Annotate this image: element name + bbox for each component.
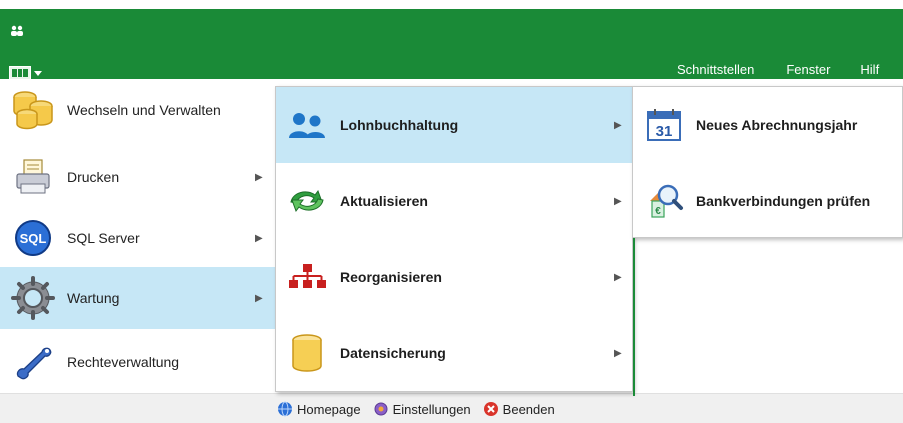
chevron-right-icon: ▶	[255, 232, 263, 244]
menu-item-rechteverwaltung[interactable]: Rechteverwaltung	[0, 331, 275, 393]
submenu-item-bankverbindungen-pruefen[interactable]: € Bankverbindungen prüfen	[633, 163, 902, 239]
users-icon	[284, 102, 330, 148]
chevron-right-icon: ▶	[255, 171, 263, 183]
beenden-button[interactable]: Beenden	[483, 401, 555, 417]
database-backup-icon	[284, 330, 330, 376]
menu-fenster[interactable]: Fenster	[786, 58, 830, 81]
globe-icon	[278, 401, 292, 417]
submenu-item-lohnbuchhaltung[interactable]: Lohnbuchhaltung ▶	[276, 87, 632, 163]
gear-icon	[8, 275, 58, 321]
sql-server-icon: SQL	[8, 215, 58, 261]
menu-item-label: Wartung	[67, 290, 120, 306]
chevron-right-icon: ▶	[255, 292, 263, 304]
calendar-icon: 31	[641, 102, 687, 148]
menu-item-label: SQL Server	[67, 230, 140, 246]
wartung-submenu: Lohnbuchhaltung ▶ Aktualisieren ▶ Reorga…	[275, 86, 633, 392]
calendar-day-text: 31	[656, 123, 673, 140]
window-border	[633, 238, 635, 396]
homepage-button[interactable]: Homepage	[277, 401, 361, 417]
settings-icon	[374, 402, 388, 416]
submenu-item-neues-abrechnungsjahr[interactable]: 31 Neues Abrechnungsjahr	[633, 87, 902, 163]
einstellungen-button[interactable]: Einstellungen	[373, 401, 471, 417]
top-menu-bar: Schnittstellen Fenster Hilf	[636, 58, 879, 81]
submenu-item-label: Datensicherung	[340, 345, 446, 361]
submenu-item-aktualisieren[interactable]: Aktualisieren ▶	[276, 163, 632, 239]
submenu-item-label: Reorganisieren	[340, 269, 442, 285]
menu-schnittstellen[interactable]: Schnittstellen	[677, 58, 754, 81]
submenu-item-reorganisieren[interactable]: Reorganisieren ▶	[276, 239, 632, 315]
submenu-item-datensicherung[interactable]: Datensicherung ▶	[276, 315, 632, 391]
exit-icon	[483, 402, 498, 416]
menu-item-sql-server[interactable]: SQL SQL Server ▶	[0, 207, 275, 269]
database-icon	[8, 87, 58, 133]
menu-item-wartung[interactable]: Wartung ▶	[0, 267, 275, 329]
menu-hilfe[interactable]: Hilf	[860, 58, 879, 81]
lohnbuchhaltung-submenu: 31 Neues Abrechnungsjahr € Bankverbindun…	[632, 86, 903, 238]
submenu-item-label: Aktualisieren	[340, 193, 428, 209]
submenu-item-label: Bankverbindungen prüfen	[696, 193, 871, 209]
chevron-down-icon	[34, 70, 42, 76]
app-users-icon	[11, 25, 23, 36]
bank-search-icon: €	[641, 178, 687, 224]
homepage-label: Homepage	[297, 401, 361, 417]
chevron-right-icon: ▶	[614, 195, 622, 207]
chevron-right-icon: ▶	[614, 119, 622, 131]
key-icon	[8, 339, 58, 385]
menu-footer-buttons: Homepage Einstellungen Beenden	[277, 401, 555, 417]
menu-item-wechseln-und-verwalten[interactable]: Wechseln und Verwalten	[0, 79, 275, 141]
chevron-right-icon: ▶	[614, 271, 622, 283]
submenu-item-label: Lohnbuchhaltung	[340, 117, 459, 133]
beenden-label: Beenden	[502, 401, 555, 417]
submenu-item-label: Neues Abrechnungsjahr	[696, 117, 858, 133]
menu-item-label: Rechteverwaltung	[67, 354, 180, 370]
printer-icon	[8, 154, 58, 200]
menu-item-drucken[interactable]: Drucken ▶	[0, 146, 275, 208]
application-menu-left-pane: Wechseln und Verwalten Drucken ▶ SQL SQL…	[0, 79, 275, 423]
refresh-arrows-icon	[284, 178, 330, 224]
org-chart-icon	[284, 254, 330, 300]
menu-item-label: Drucken	[67, 169, 120, 185]
svg-text:€: €	[655, 206, 661, 217]
menu-grid-icon	[9, 66, 31, 80]
chevron-right-icon: ▶	[614, 347, 622, 359]
menu-item-label: Wechseln und Verwalten	[67, 102, 221, 118]
einstellungen-label: Einstellungen	[392, 401, 471, 417]
svg-text:SQL: SQL	[20, 231, 47, 246]
